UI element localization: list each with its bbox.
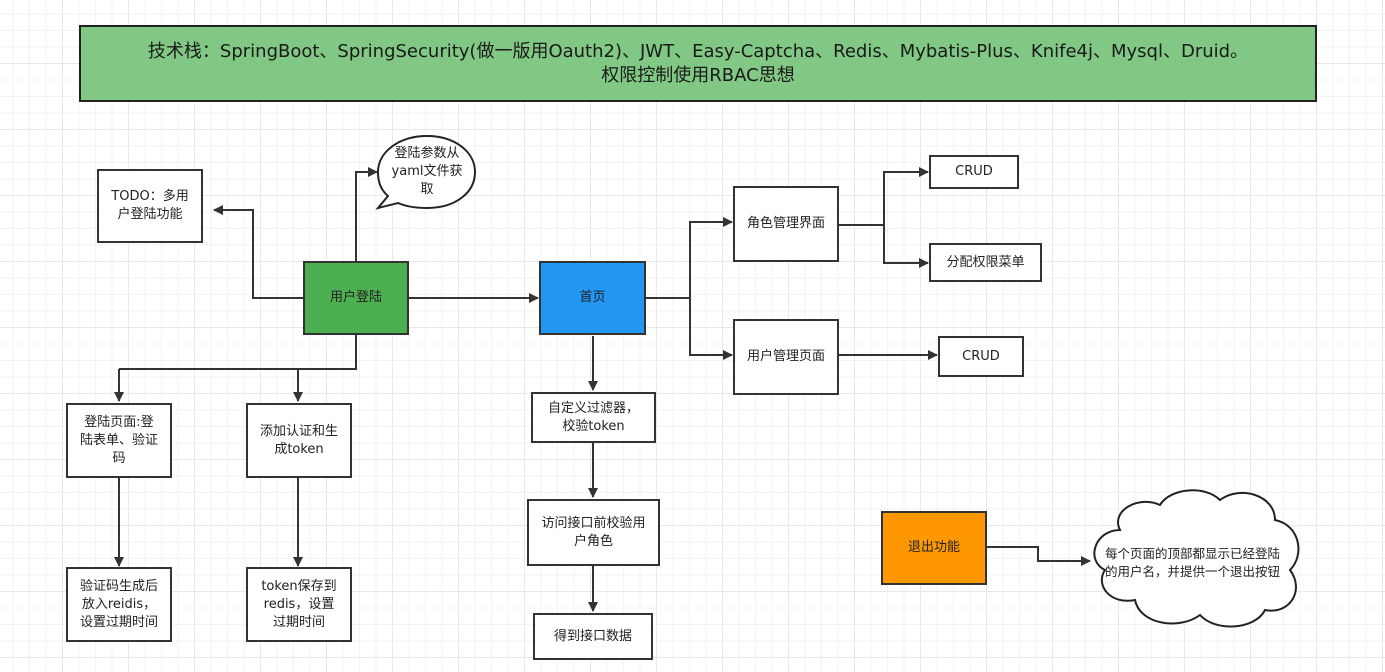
edge-login-split: [119, 335, 357, 370]
node-label: 用户管理页面: [746, 349, 825, 364]
rbac-line: 权限控制使用RBAC思想: [601, 64, 795, 86]
node-role-crud[interactable]: CRUD: [929, 155, 1019, 189]
tech-stack-line: 技术栈：SpringBoot、SpringSecurity(做一版用Oauth2…: [147, 40, 1249, 62]
node-yaml-callout[interactable]: 登陆参数从 yaml文件获 取: [383, 140, 471, 204]
node-role-management[interactable]: 角色管理界面: [733, 186, 839, 262]
node-label: 添加认证和生 成token: [259, 423, 338, 457]
node-label: 每个页面的顶部都显示已经登陆 的用户名，并提供一个退出按钮: [1104, 546, 1280, 579]
edge-home-role: [689, 217, 733, 298]
edge-role-assign: [883, 225, 929, 268]
node-label: 验证码生成后 放入reidis， 设置过期时间: [79, 578, 158, 630]
node-label: 首页: [579, 290, 606, 305]
node-label: 角色管理界面: [746, 216, 825, 231]
node-label: 得到接口数据: [553, 628, 632, 644]
node-logout-cloud-note[interactable]: 每个页面的顶部都显示已经登陆 的用户名，并提供一个退出按钮: [1095, 535, 1290, 591]
node-add-auth-token[interactable]: 添加认证和生 成token: [246, 403, 352, 478]
node-login-page[interactable]: 登陆页面:登 陆表单、验证 码: [66, 403, 172, 478]
node-home[interactable]: 首页: [539, 261, 646, 335]
edge-login-todo: [213, 205, 303, 299]
node-label: token保存到 redis，设置 过期时间: [261, 578, 337, 630]
node-label: 自定义过滤器， 校验token: [547, 400, 639, 434]
node-check-user-role[interactable]: 访问接口前校验用 户角色: [527, 499, 660, 566]
node-custom-filter[interactable]: 自定义过滤器， 校验token: [531, 392, 656, 443]
node-label: 退出功能: [907, 540, 960, 555]
node-logout[interactable]: 退出功能: [881, 511, 987, 585]
node-user-login[interactable]: 用户登陆: [303, 261, 409, 335]
node-token-to-redis[interactable]: token保存到 redis，设置 过期时间: [246, 567, 352, 642]
node-label: CRUD: [962, 348, 1000, 364]
node-label: CRUD: [955, 164, 993, 179]
node-label: 登陆参数从 yaml文件获 取: [391, 146, 463, 197]
node-label: TODO：多用 户登陆功能: [111, 189, 189, 222]
node-label: 分配权限菜单: [946, 254, 1025, 270]
node-captcha-to-redis[interactable]: 验证码生成后 放入reidis， 设置过期时间: [66, 567, 172, 642]
node-get-api-data[interactable]: 得到接口数据: [533, 613, 653, 660]
edge-logout-cloud: [987, 546, 1091, 566]
node-label: 登陆页面:登 陆表单、验证 码: [79, 414, 158, 466]
node-label: 访问接口前校验用 户角色: [541, 515, 646, 549]
node-assign-permission-menu[interactable]: 分配权限菜单: [929, 243, 1042, 282]
edge-home-user: [689, 298, 733, 360]
node-label: 用户登陆: [329, 290, 382, 305]
node-user-management[interactable]: 用户管理页面: [733, 319, 839, 395]
node-user-crud[interactable]: CRUD: [938, 336, 1024, 377]
edge-login-yaml: [355, 167, 378, 261]
tech-stack-banner[interactable]: 技术栈：SpringBoot、SpringSecurity(做一版用Oauth2…: [79, 25, 1317, 102]
edge-role-crud: [883, 167, 929, 225]
node-todo-multi-user[interactable]: TODO：多用 户登陆功能: [97, 169, 203, 243]
